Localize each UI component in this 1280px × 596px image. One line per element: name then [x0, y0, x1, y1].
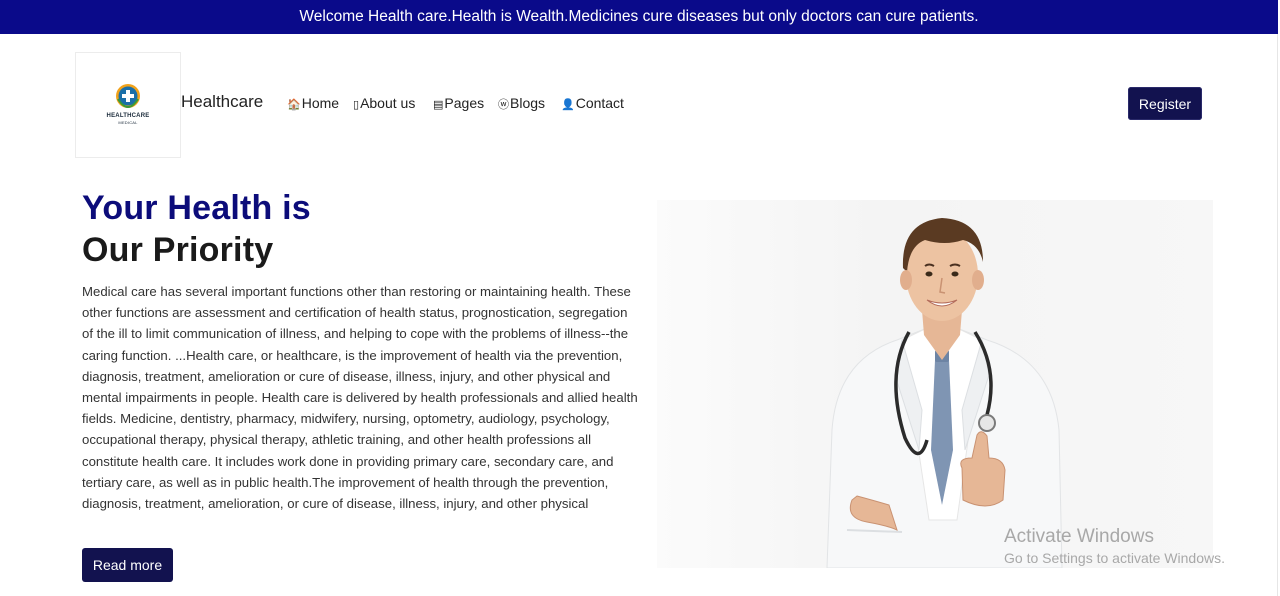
hero-description: Medical care has several important funct…	[82, 284, 638, 512]
nav-contact[interactable]: 👤Contact	[561, 95, 624, 111]
activate-windows-title: Activate Windows	[1004, 526, 1154, 547]
nav-pages-label: Pages	[444, 95, 485, 111]
nav-blogs-label: Blogs	[510, 95, 546, 111]
doctor-illustration	[826, 218, 1063, 569]
logo-subtext: MEDICAL	[118, 120, 138, 125]
home-icon: 🏠	[287, 99, 301, 111]
pages-icon: ▤	[433, 99, 444, 111]
healthcare-logo-icon	[116, 84, 140, 109]
hero-title-line1: Your Health is	[82, 189, 311, 227]
nav-about-label: About us	[360, 95, 416, 111]
announcement-text: Welcome Health care.Health is Wealth.Med…	[299, 8, 979, 25]
nav-blogs[interactable]: ⓦBlogs	[498, 95, 545, 112]
activate-windows-subtitle: Go to Settings to activate Windows.	[1004, 550, 1225, 566]
register-button[interactable]: Register	[1128, 87, 1202, 120]
nav-pages[interactable]: ▤Pages	[433, 95, 484, 111]
site-logo[interactable]: HEALTHCARE MEDICAL	[75, 52, 181, 158]
read-more-button[interactable]: Read more	[82, 548, 173, 582]
nav-contact-label: Contact	[575, 95, 624, 111]
nav-home[interactable]: 🏠Home	[287, 95, 339, 111]
nav-about-us[interactable]: ▯About us	[353, 95, 415, 111]
brand-name[interactable]: Healthcare	[181, 92, 263, 112]
announcement-bar: Welcome Health care.Health is Wealth.Med…	[0, 0, 1278, 34]
about-icon: ▯	[353, 99, 360, 111]
nav-home-label: Home	[301, 95, 340, 111]
doctor-image	[657, 200, 1213, 569]
logo-text: HEALTHCARE	[106, 113, 150, 119]
hero-title-line2: Our Priority	[82, 231, 274, 269]
blogs-icon: ⓦ	[498, 99, 509, 111]
contact-icon: 👤	[561, 99, 575, 111]
